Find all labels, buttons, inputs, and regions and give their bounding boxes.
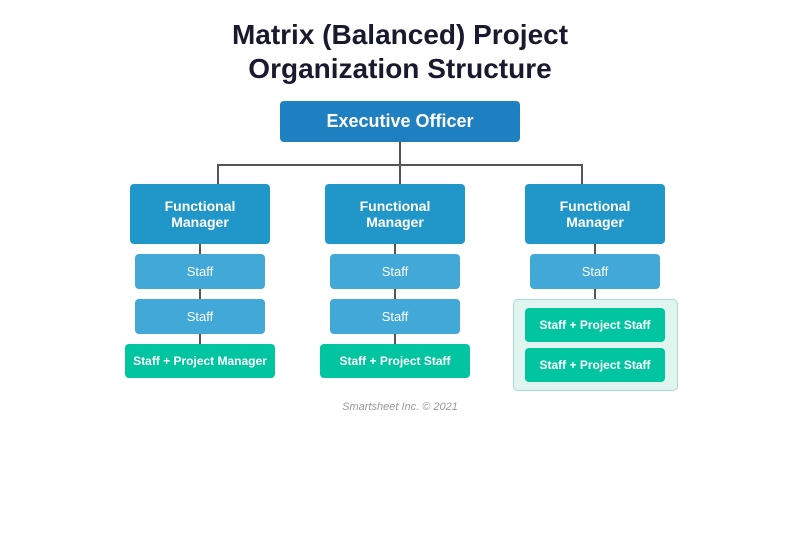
columns-container: Functional Manager Staff Staff Staff + P…: [110, 184, 690, 391]
page-title: Matrix (Balanced) Project Organization S…: [232, 18, 568, 85]
staff12-label: Staff: [187, 309, 214, 324]
teal-section-3: Staff + Project Staff Staff + Project St…: [513, 299, 678, 391]
column-3: FunctionalManager Staff Staff + Project …: [500, 184, 690, 391]
manager1-label: Functional Manager: [165, 198, 236, 230]
col3-top-v: [581, 166, 583, 184]
staff-1-2: Staff: [135, 299, 265, 334]
functional-manager-2: FunctionalManager: [325, 184, 465, 244]
footer-text: Smartsheet Inc. © 2021: [342, 401, 458, 413]
title-line2: Organization Structure: [248, 53, 551, 84]
column-1: Functional Manager Staff Staff Staff + P…: [110, 184, 290, 378]
staff-project-staff-2: Staff + Project Staff: [320, 344, 470, 378]
m1-v3: [199, 334, 201, 344]
project-manager-label: Staff + Project Manager: [133, 354, 267, 368]
project-staff3b-label: Staff + Project Staff: [539, 358, 650, 372]
staff-2-1: Staff: [330, 254, 460, 289]
project-staff2-label: Staff + Project Staff: [339, 354, 450, 368]
m1-v1: [199, 244, 201, 254]
staff-project-staff-3b: Staff + Project Staff: [525, 348, 665, 382]
project-staff3a-label: Staff + Project Staff: [539, 318, 650, 332]
staff31-label: Staff: [582, 264, 609, 279]
m2-v2: [394, 289, 396, 299]
manager3-label: FunctionalManager: [560, 198, 631, 230]
functional-manager-3: FunctionalManager: [525, 184, 665, 244]
staff22-label: Staff: [382, 309, 409, 324]
m2-v3: [394, 334, 396, 344]
manager2-label: FunctionalManager: [360, 198, 431, 230]
staff11-label: Staff: [187, 264, 214, 279]
title-line1: Matrix (Balanced) Project: [232, 19, 568, 50]
org-chart: Executive Officer Functional Manager Sta…: [0, 101, 800, 391]
staff21-label: Staff: [382, 264, 409, 279]
column-top-connectors: [130, 166, 670, 184]
m3-v2: [594, 289, 596, 299]
staff-1-1: Staff: [135, 254, 265, 289]
staff-3-1: Staff: [530, 254, 660, 289]
staff-project-manager-1: Staff + Project Manager: [125, 344, 275, 378]
staff-2-2: Staff: [330, 299, 460, 334]
executive-officer-box: Executive Officer: [280, 101, 520, 142]
executive-label: Executive Officer: [326, 111, 473, 131]
functional-manager-1: Functional Manager: [130, 184, 270, 244]
staff-project-staff-3a: Staff + Project Staff: [525, 308, 665, 342]
m2-v1: [394, 244, 396, 254]
exec-connector-v: [399, 142, 401, 164]
col2-top-v: [399, 166, 401, 184]
column-2: FunctionalManager Staff Staff Staff + Pr…: [305, 184, 485, 378]
horizontal-connector: [130, 164, 670, 166]
m3-v1: [594, 244, 596, 254]
col1-top-v: [217, 166, 219, 184]
m1-v2: [199, 289, 201, 299]
footer: Smartsheet Inc. © 2021: [342, 401, 458, 413]
